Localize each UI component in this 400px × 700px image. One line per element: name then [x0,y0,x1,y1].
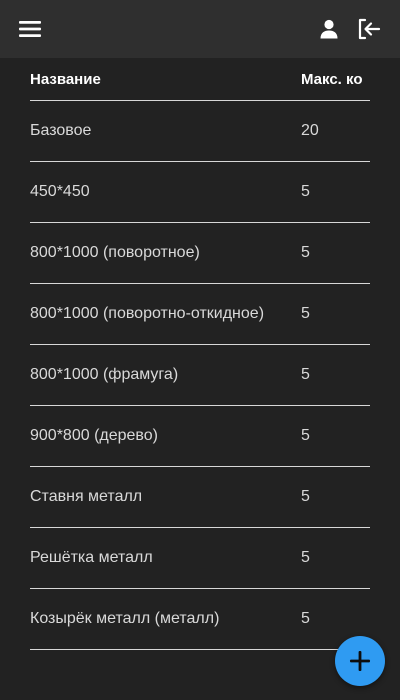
table-row[interactable]: 800*1000 (поворотное) 5 [30,222,370,284]
table-row[interactable]: 900*800 (дерево) 5 [30,405,370,467]
cell-name: 800*1000 (поворотное) [30,222,301,284]
menu-button[interactable] [14,13,46,45]
table-row[interactable]: Базовое 20 [30,100,370,162]
cell-name: 800*1000 (фрамуга) [30,344,301,406]
logout-icon [358,18,381,40]
cell-name: Ставня металл [30,466,301,528]
cell-name: Базовое [30,100,301,162]
table-row[interactable]: Козырёк металл (металл) 5 [30,588,370,650]
app-screen: Название Макс. ко Базовое 20 450*450 5 8… [0,0,400,700]
column-header-name[interactable]: Название [30,58,301,101]
cell-max: 20 [301,100,370,162]
cell-max: 5 [301,466,370,528]
table-row[interactable]: 450*450 5 [30,161,370,223]
cell-name: Козырёк металл (металл) [30,588,301,650]
table-row[interactable]: 800*1000 (поворотно-откидное) 5 [30,283,370,345]
table-row[interactable]: Решётка металл 5 [30,527,370,589]
column-header-max-count[interactable]: Макс. ко [301,58,370,101]
cell-max: 5 [301,405,370,467]
plus-icon [350,651,370,671]
items-table: Название Макс. ко Базовое 20 450*450 5 8… [30,58,370,650]
items-table-container[interactable]: Название Макс. ко Базовое 20 450*450 5 8… [30,58,370,700]
logout-button[interactable] [353,13,385,45]
cell-name: 900*800 (дерево) [30,405,301,467]
cell-max: 5 [301,527,370,589]
table-header-row: Название Макс. ко [30,58,370,101]
cell-name: Решётка металл [30,527,301,589]
hamburger-menu-icon [19,21,41,37]
cell-max: 5 [301,344,370,406]
cell-max: 5 [301,222,370,284]
cell-max: 5 [301,283,370,345]
table-row[interactable]: Ставня металл 5 [30,466,370,528]
user-icon [320,19,338,39]
top-app-bar [0,0,400,58]
cell-name: 800*1000 (поворотно-откидное) [30,283,301,345]
add-item-button[interactable] [335,636,385,686]
table-row[interactable]: 800*1000 (фрамуга) 5 [30,344,370,406]
cell-name: 450*450 [30,161,301,223]
user-profile-button[interactable] [314,13,344,45]
cell-max: 5 [301,161,370,223]
